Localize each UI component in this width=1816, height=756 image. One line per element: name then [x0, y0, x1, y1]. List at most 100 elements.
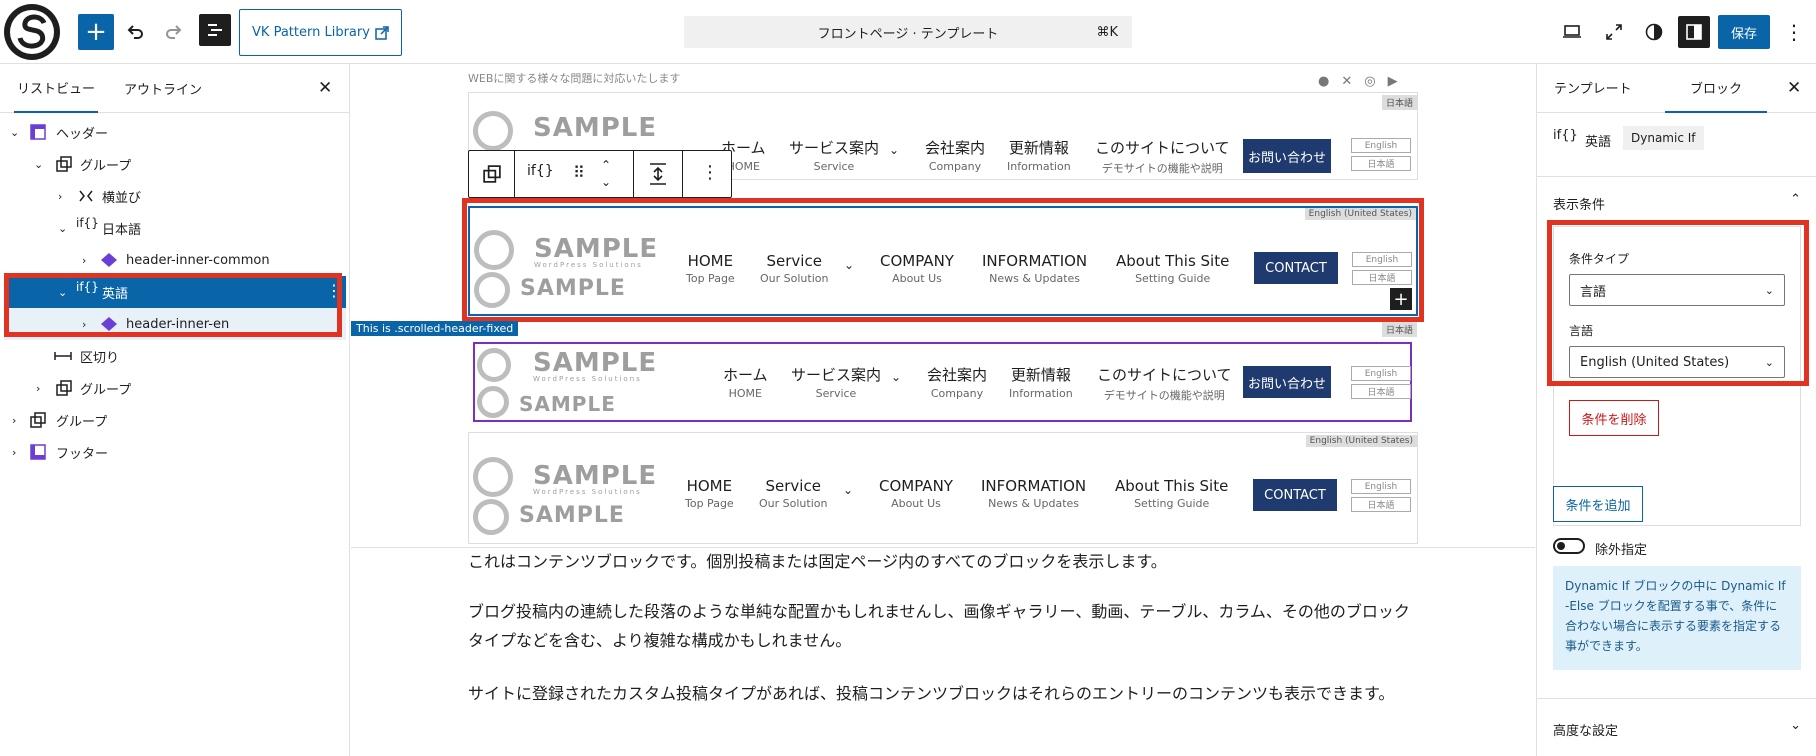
nav-item[interactable]: 会社案内 Company — [925, 137, 985, 173]
styles-contrast-icon[interactable] — [1638, 16, 1670, 48]
nav-item[interactable]: ホーム HOME — [723, 364, 768, 400]
toggle-knob — [1557, 542, 1565, 550]
sample-logo-secondary: SAMPLE — [519, 503, 625, 528]
parent-block-icon[interactable] — [469, 151, 515, 197]
nav-item[interactable]: COMPANY About Us — [879, 477, 953, 510]
tree-item-group[interactable]: › グループ — [0, 404, 350, 436]
command-palette-bar[interactable]: フロントページ · テンプレート ⌘K — [684, 16, 1132, 48]
youtube-icon[interactable]: ▶ — [1388, 74, 1410, 89]
tree-item-row[interactable]: › 横並び — [0, 180, 350, 212]
lang-japanese-link[interactable]: 日本語 — [1351, 156, 1411, 171]
nav-item[interactable]: 更新情報 Information — [1007, 137, 1071, 173]
chevron-right-icon[interactable]: › — [82, 254, 86, 267]
more-options-icon[interactable]: ⋮ — [1778, 16, 1810, 48]
contact-button[interactable]: CONTACT — [1253, 479, 1337, 511]
nav-item[interactable]: Service Our Solution — [759, 477, 827, 510]
close-icon[interactable]: ✕ — [1787, 78, 1801, 98]
chevron-down-icon[interactable]: ⌄ — [889, 143, 899, 157]
list-view-toggle-icon[interactable] — [199, 14, 231, 46]
tree-item-header-inner-common[interactable]: › header-inner-common — [0, 244, 350, 276]
lang-japanese-link[interactable]: 日本語 — [1351, 497, 1411, 512]
tree-item-group[interactable]: › グループ — [0, 372, 350, 404]
scrolled-header-english[interactable]: English (United States) SAMPLE WordPress … — [468, 432, 1418, 544]
nav-item[interactable]: サービス案内 Service — [789, 137, 879, 173]
chevron-down-icon[interactable]: ⌄ — [843, 483, 853, 497]
nav-sub: Service — [813, 160, 855, 173]
settings-sidebar-icon[interactable] — [1678, 16, 1710, 48]
nav-main: COMPANY — [879, 477, 953, 495]
vertical-align-icon[interactable] — [633, 151, 683, 197]
lang-english-link[interactable]: English — [1351, 479, 1411, 494]
lang-english-link[interactable]: English — [1351, 366, 1411, 381]
nav-item[interactable]: 更新情報 Information — [1009, 364, 1073, 400]
chevron-down-icon[interactable]: ⌄ — [58, 222, 67, 235]
chevron-down-icon[interactable]: ⌄ — [10, 126, 19, 139]
tree-item-header[interactable]: ⌄ ヘッダー — [0, 116, 350, 148]
nav-item[interactable]: INFORMATION News & Updates — [981, 477, 1086, 510]
nav-item[interactable]: このサイトについて デモサイトの機能や説明 — [1097, 364, 1232, 403]
save-button[interactable]: 保存 — [1718, 15, 1770, 49]
tree-item-separator[interactable]: 区切り — [0, 340, 350, 372]
delete-condition-button[interactable]: 条件を削除 — [1569, 400, 1659, 436]
x-icon[interactable]: ✕ — [1341, 74, 1364, 89]
tree-item-japanese[interactable]: ⌄ if{} 日本語 — [0, 212, 350, 244]
nav-item[interactable]: HOME Top Page — [685, 477, 734, 510]
chevron-right-icon[interactable]: › — [58, 190, 62, 203]
vk-pattern-library-button[interactable]: VK Pattern Library — [239, 9, 402, 56]
fullscreen-icon[interactable] — [1598, 16, 1630, 48]
panel-tabs: リストビュー アウトライン ✕ — [0, 64, 349, 113]
nav-main: INFORMATION — [981, 477, 1087, 495]
vk-pattern-library-label: VK Pattern Library — [252, 25, 370, 40]
chevron-down-icon[interactable]: ⌄ — [891, 370, 901, 384]
chevron-right-icon[interactable]: › — [12, 414, 16, 427]
scrolled-header-japanese[interactable]: SAMPLE WordPress Solutions SAMPLE ホーム HOME… — [473, 342, 1412, 422]
site-tagline: WEBに関する様々な問題に対応いたします — [468, 72, 681, 85]
tree-item-label: グループ — [80, 382, 132, 398]
nav-item[interactable]: サービス案内 Service — [791, 364, 881, 400]
chevron-up-icon[interactable]: ⌃ — [1790, 192, 1801, 207]
logo-sub: WordPress Solutions — [533, 488, 642, 496]
contact-button[interactable]: お問い合わせ — [1243, 139, 1331, 173]
tab-template[interactable]: テンプレート — [1554, 78, 1632, 97]
tree-item-group[interactable]: ⌄ グループ — [0, 148, 350, 180]
nav-main: About This Site — [1115, 477, 1229, 495]
block-inserter-button[interactable]: + — [78, 14, 114, 50]
top-toolbar: + VK Pattern Library フロントページ · テンプレート ⌘K… — [0, 0, 1816, 64]
tree-item-footer[interactable]: › フッター — [0, 436, 350, 468]
drag-handle-icon[interactable]: ⠿ — [573, 163, 585, 182]
lang-japanese-link[interactable]: 日本語 — [1351, 384, 1411, 399]
nav-sub: Our Solution — [759, 497, 828, 510]
lang-english-link[interactable]: English — [1351, 138, 1411, 153]
template-part-icon — [30, 124, 46, 144]
block-options-icon[interactable]: ⋮ — [701, 162, 719, 183]
panel-advanced-header[interactable]: 高度な設定 ⌄ — [1553, 718, 1801, 742]
add-condition-button[interactable]: 条件を追加 — [1553, 486, 1643, 522]
content-paragraph: タイプなどを含む、より複雑な構成かもしれません。 — [468, 631, 852, 650]
move-up-down-icon[interactable]: ⌃ ⌄ — [601, 157, 611, 191]
nav-item[interactable]: About This Site Setting Guide — [1115, 477, 1228, 510]
close-icon[interactable]: ✕ — [318, 78, 332, 98]
site-logo-icon[interactable] — [0, 0, 64, 64]
tab-block[interactable]: ブロック — [1665, 64, 1767, 113]
nav-main: このサイトについて — [1097, 366, 1232, 384]
nav-item[interactable]: 会社案内 Company — [927, 364, 987, 400]
chevron-right-icon[interactable]: › — [36, 382, 40, 395]
contact-button[interactable]: お問い合わせ — [1243, 366, 1331, 398]
tab-list-view[interactable]: リストビュー — [14, 64, 99, 113]
exclude-toggle[interactable] — [1553, 538, 1585, 554]
facebook-icon[interactable]: ● — [1318, 74, 1341, 89]
desktop-preview-icon[interactable] — [1556, 16, 1588, 48]
nav-main: 更新情報 — [1008, 139, 1069, 157]
chevron-down-icon[interactable]: ⌄ — [1790, 718, 1801, 733]
nav-sub: News & Updates — [988, 497, 1080, 510]
tab-outline[interactable]: アウトライン — [124, 64, 202, 112]
redo-icon[interactable] — [156, 14, 192, 50]
sample-logo-icon — [473, 499, 509, 535]
instagram-icon[interactable]: ◎ — [1364, 74, 1387, 89]
sample-logo: SAMPLE — [533, 113, 657, 143]
chevron-down-icon[interactable]: ⌄ — [34, 158, 43, 171]
undo-icon[interactable] — [117, 14, 153, 50]
chevron-right-icon[interactable]: › — [12, 446, 16, 459]
block-name: 英語 — [1585, 135, 1612, 150]
nav-item[interactable]: このサイトについて デモサイトの機能や説明 — [1095, 137, 1230, 176]
